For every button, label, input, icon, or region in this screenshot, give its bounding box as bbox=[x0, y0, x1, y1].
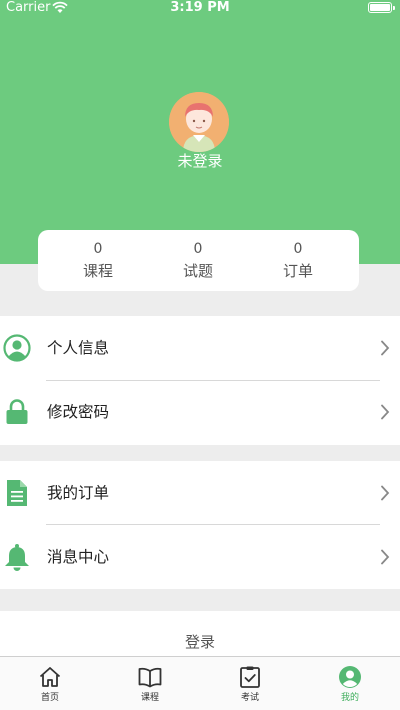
battery-icon bbox=[368, 2, 395, 13]
tab-label: 我的 bbox=[340, 693, 359, 703]
book-icon bbox=[138, 667, 162, 688]
home-icon bbox=[39, 667, 61, 687]
menu-item-my-orders[interactable]: 我的订单 bbox=[0, 461, 400, 525]
stat-label: 订单 bbox=[282, 262, 313, 280]
tab-exams[interactable]: 考试 bbox=[200, 657, 300, 710]
account-menu-group: 个人信息 修改密码 bbox=[0, 316, 400, 445]
menu-item-label: 修改密码 bbox=[47, 403, 110, 421]
stats-card: 0 课程 0 试题 0 订单 bbox=[38, 230, 359, 291]
service-menu-group: 我的订单 消息中心 bbox=[0, 461, 400, 589]
stat-value: 0 bbox=[193, 241, 203, 257]
status-time: 3:19 PM bbox=[170, 0, 230, 15]
avatar-icon bbox=[169, 92, 229, 152]
tab-label: 考试 bbox=[240, 693, 259, 703]
tab-profile[interactable]: 我的 bbox=[300, 657, 400, 710]
login-status-label[interactable]: 未登录 bbox=[0, 150, 400, 171]
chevron-right-icon bbox=[381, 404, 390, 420]
login-button[interactable]: 登录 bbox=[0, 611, 400, 656]
chevron-right-icon bbox=[381, 485, 390, 501]
stat-value: 0 bbox=[293, 241, 303, 257]
tab-label: 首页 bbox=[40, 693, 59, 703]
status-bar: Carrier 3:19 PM bbox=[0, 0, 400, 16]
chevron-right-icon bbox=[381, 549, 390, 565]
profile-header: Carrier 3:19 PM 未登录 bbox=[0, 0, 400, 264]
exam-icon bbox=[240, 666, 260, 688]
tab-courses[interactable]: 课程 bbox=[100, 657, 200, 710]
menu-item-label: 个人信息 bbox=[47, 339, 110, 357]
avatar[interactable] bbox=[169, 92, 229, 152]
stat-questions[interactable]: 0 试题 bbox=[158, 240, 238, 282]
document-icon bbox=[7, 480, 27, 506]
stat-courses[interactable]: 0 课程 bbox=[58, 240, 138, 282]
lock-icon bbox=[6, 399, 28, 424]
tab-label: 课程 bbox=[140, 693, 159, 703]
login-button-label: 登录 bbox=[184, 633, 215, 651]
menu-item-label: 消息中心 bbox=[47, 548, 110, 566]
chevron-right-icon bbox=[381, 340, 390, 356]
menu-item-personal-info[interactable]: 个人信息 bbox=[0, 316, 400, 380]
profile-icon bbox=[339, 666, 361, 688]
stat-orders[interactable]: 0 订单 bbox=[258, 240, 338, 282]
user-circle-icon bbox=[3, 334, 31, 362]
menu-item-change-password[interactable]: 修改密码 bbox=[0, 380, 400, 444]
tab-bar: 首页 课程 考试 我的 bbox=[0, 656, 400, 710]
stat-label: 课程 bbox=[82, 262, 113, 280]
bell-icon bbox=[5, 544, 29, 571]
stat-label: 试题 bbox=[182, 262, 213, 280]
tab-home[interactable]: 首页 bbox=[0, 657, 100, 710]
stat-value: 0 bbox=[93, 241, 103, 257]
menu-item-messages[interactable]: 消息中心 bbox=[0, 525, 400, 589]
menu-item-label: 我的订单 bbox=[47, 484, 110, 502]
